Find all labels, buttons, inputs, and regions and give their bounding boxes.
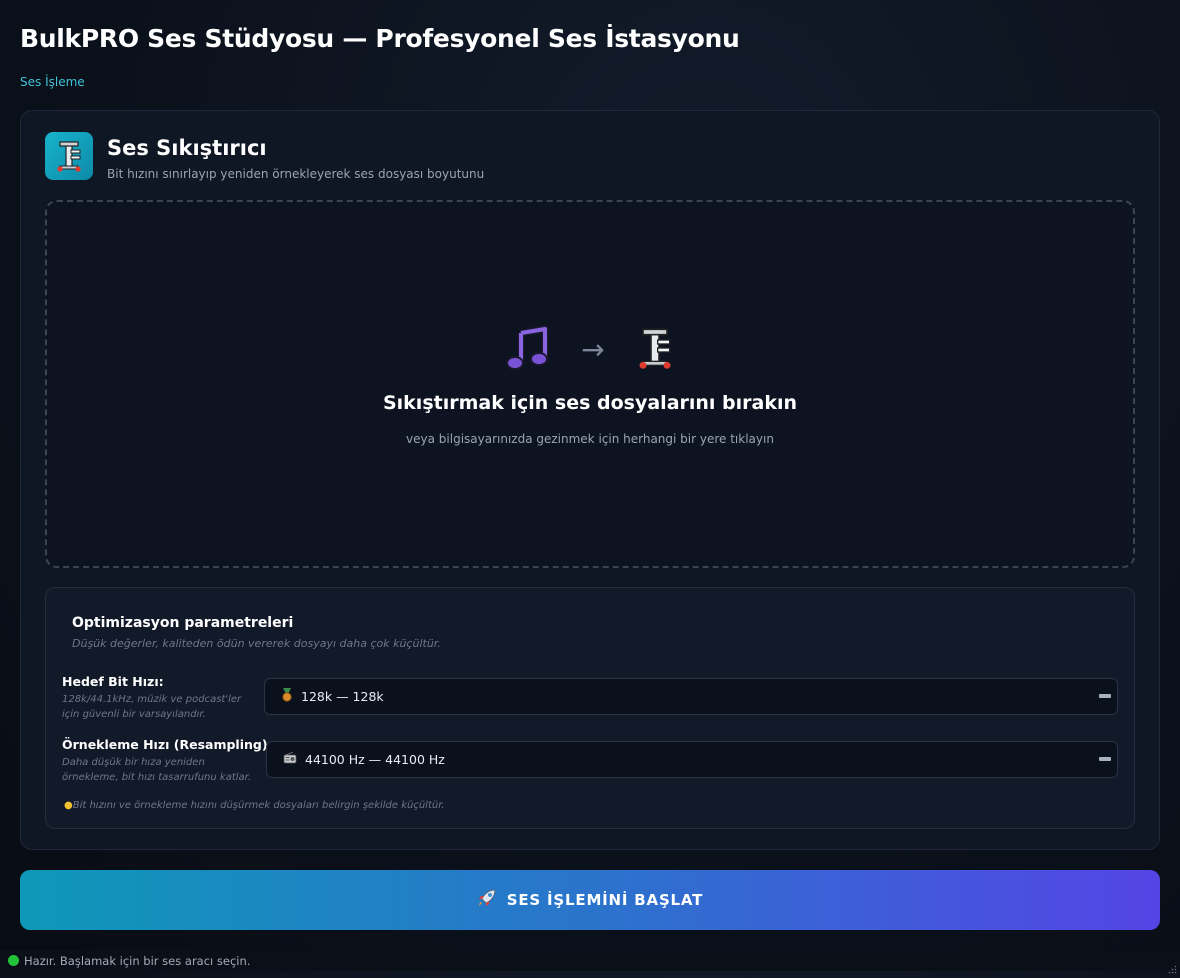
- file-dropzone[interactable]: → Sıkıştırmak için ses dosyalarını bırak…: [45, 200, 1135, 568]
- lightbulb-icon: ●: [64, 800, 73, 811]
- arrow-icon: →: [581, 333, 605, 366]
- samplerate-label: Örnekleme Hızı (Resampling):: [62, 737, 273, 752]
- samplerate-hint: Daha düşük bir hıza yeniden örnekleme, b…: [62, 757, 252, 783]
- start-processing-label: SES İŞLEMİNİ BAŞLAT: [506, 891, 704, 909]
- dropzone-title: Sıkıştırmak için ses dosyalarını bırakın: [382, 392, 798, 414]
- chevron-down-icon: [1099, 694, 1111, 698]
- radio-icon: [283, 751, 297, 767]
- params-description: Düşük değerler, kaliteden ödün vererek d…: [72, 637, 441, 650]
- clamp-icon: [635, 325, 675, 375]
- app-title: BulkPRO Ses Stüdyosu — Profesyonel Ses İ…: [20, 24, 740, 53]
- optimization-params: Optimizasyon parametreleri Düşük değerle…: [45, 587, 1135, 829]
- dropzone-subtitle: veya bilgisayarınızda gezinmek için herh…: [406, 432, 774, 446]
- resize-grip-icon[interactable]: [1168, 959, 1177, 974]
- chevron-down-icon: [1099, 757, 1111, 761]
- samplerate-value: 44100 Hz — 44100 Hz: [305, 752, 445, 767]
- samplerate-select[interactable]: 44100 Hz — 44100 Hz: [266, 741, 1118, 778]
- bitrate-select[interactable]: 128k — 128k: [264, 678, 1118, 715]
- bitrate-value: 128k — 128k: [301, 689, 384, 704]
- status-indicator-icon: [8, 955, 19, 966]
- tool-title: Ses Sıkıştırıcı: [107, 136, 267, 160]
- status-bar: Hazır. Başlamak için bir ses aracı seçin…: [0, 950, 1180, 974]
- bitrate-hint: 128k/44.1kHz, müzik ve podcast'ler için …: [62, 694, 242, 720]
- dropzone-icons: →: [47, 325, 1133, 375]
- medal-icon: [281, 688, 293, 705]
- clamp-icon: [45, 132, 93, 180]
- bitrate-label: Hedef Bit Hızı:: [62, 674, 164, 689]
- params-title: Optimizasyon parametreleri: [72, 615, 294, 631]
- tip: ●Bit hızını ve örnekleme hızını düşürmek…: [64, 800, 445, 811]
- tip-text: Bit hızını ve örnekleme hızını düşürmek …: [72, 800, 445, 811]
- tool-panel: Ses Sıkıştırıcı Bit hızını sınırlayıp ye…: [20, 110, 1160, 850]
- breadcrumb[interactable]: Ses İşleme: [20, 75, 85, 89]
- start-processing-button[interactable]: SES İŞLEMİNİ BAŞLAT: [20, 870, 1160, 930]
- music-note-icon: [505, 325, 551, 375]
- tool-subtitle: Bit hızını sınırlayıp yeniden örnekleyer…: [107, 167, 485, 181]
- rocket-icon: [477, 888, 497, 912]
- status-text: Hazır. Başlamak için bir ses aracı seçin…: [24, 953, 251, 968]
